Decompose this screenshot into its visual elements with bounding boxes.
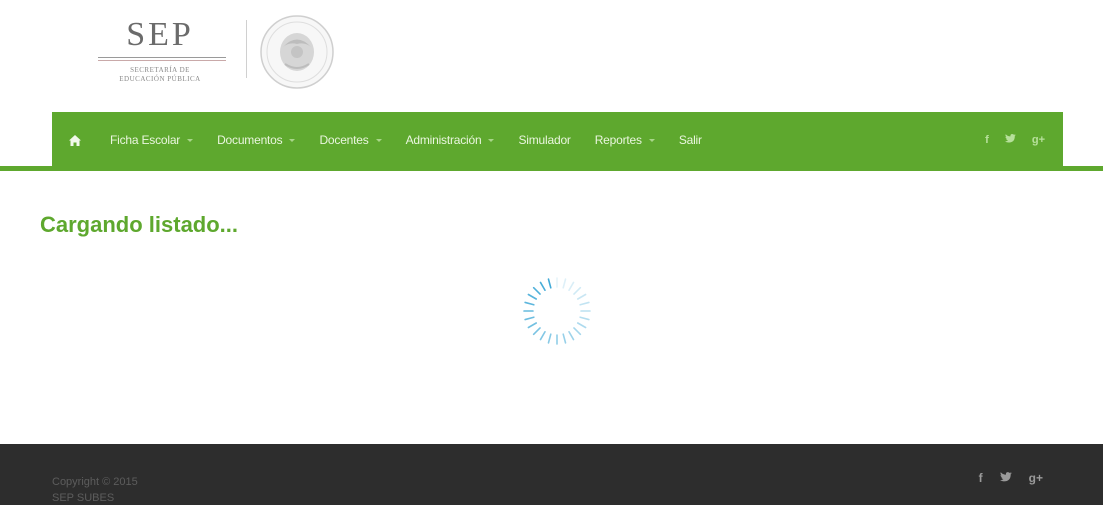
sep-logo-rule-red bbox=[98, 60, 226, 61]
footer-social-links: f g+ bbox=[979, 471, 1043, 485]
nav-social-links: f g+ bbox=[985, 112, 1045, 168]
spinner-tick bbox=[547, 333, 552, 344]
nav-item-simulador[interactable]: Simulador bbox=[506, 112, 582, 168]
spinner-tick bbox=[573, 327, 582, 336]
nav-item-label: Simulador bbox=[518, 133, 571, 147]
home-icon bbox=[69, 134, 81, 146]
sep-logo-subtitle: SECRETARÍA DE EDUCACIÓN PÚBLICA bbox=[90, 66, 230, 84]
spinner-tick bbox=[568, 281, 575, 292]
facebook-icon[interactable]: f bbox=[985, 134, 989, 146]
spinner-tick bbox=[527, 322, 538, 329]
nav-item-documentos[interactable]: Documentos bbox=[205, 112, 307, 168]
nav-item-label: Reportes bbox=[594, 133, 642, 147]
chevron-down-icon bbox=[187, 138, 194, 142]
copyright-line1: Copyright © 2015 bbox=[52, 476, 138, 488]
page: SEP SECRETARÍA DE EDUCACIÓN PÚBLICA Fich bbox=[0, 0, 1103, 505]
nav-item-reportes[interactable]: Reportes bbox=[583, 112, 667, 168]
header: SEP SECRETARÍA DE EDUCACIÓN PÚBLICA bbox=[0, 0, 1103, 110]
googleplus-icon[interactable]: g+ bbox=[1032, 134, 1045, 146]
copyright-line2: SEP SUBES bbox=[52, 492, 115, 504]
nav-item-administracion[interactable]: Administración bbox=[394, 112, 507, 168]
spinner-tick bbox=[539, 281, 546, 292]
nav-item-label: Ficha Escolar bbox=[110, 133, 181, 147]
spinner-tick bbox=[539, 330, 546, 341]
nav-item-label: Administración bbox=[405, 133, 482, 147]
chevron-down-icon bbox=[289, 138, 296, 142]
copyright: Copyright © 2015 SEP SUBES bbox=[52, 474, 138, 505]
nav-item-label: Documentos bbox=[217, 133, 283, 147]
facebook-icon[interactable]: f bbox=[979, 471, 983, 485]
logo-divider bbox=[246, 20, 247, 78]
spinner-tick bbox=[573, 286, 582, 295]
chevron-down-icon bbox=[488, 138, 495, 142]
spinner-tick bbox=[524, 316, 535, 321]
footer bbox=[0, 444, 1103, 505]
sep-logo-rule bbox=[98, 57, 226, 58]
nav-item-label: Docentes bbox=[319, 133, 369, 147]
spinner-tick bbox=[579, 316, 590, 321]
spinner-tick bbox=[547, 278, 552, 289]
chevron-down-icon bbox=[648, 138, 655, 142]
nav-item-docentes[interactable]: Docentes bbox=[307, 112, 393, 168]
sep-logo-subtitle-line1: SECRETARÍA DE bbox=[130, 66, 190, 74]
googleplus-icon[interactable]: g+ bbox=[1029, 471, 1043, 485]
spinner-tick bbox=[524, 301, 535, 306]
sep-logo-title: SEP bbox=[126, 16, 194, 53]
nav-home-link[interactable] bbox=[52, 112, 98, 168]
spinner-tick bbox=[532, 327, 541, 336]
sep-logo[interactable]: SEP SECRETARÍA DE EDUCACIÓN PÚBLICA bbox=[90, 16, 230, 96]
chevron-down-icon bbox=[375, 138, 382, 142]
twitter-icon[interactable] bbox=[1004, 134, 1016, 146]
loading-title: Cargando listado... bbox=[40, 212, 239, 237]
loading-spinner-icon bbox=[523, 277, 591, 345]
main-nav: Ficha Escolar Documentos Docentes Admini… bbox=[52, 112, 1063, 168]
spinner-tick bbox=[579, 301, 590, 306]
nav-item-label: Salir bbox=[678, 133, 702, 147]
spinner-tick bbox=[576, 293, 587, 300]
nav-item-salir[interactable]: Salir bbox=[667, 112, 714, 168]
twitter-icon[interactable] bbox=[999, 471, 1012, 485]
spinner-tick bbox=[576, 322, 587, 329]
spinner-tick bbox=[532, 286, 541, 295]
sep-logo-subtitle-line2: EDUCACIÓN PÚBLICA bbox=[119, 75, 201, 83]
spinner-tick bbox=[562, 278, 567, 289]
nav-item-ficha-escolar[interactable]: Ficha Escolar bbox=[98, 112, 205, 168]
spinner-tick bbox=[527, 293, 538, 300]
spinner-tick bbox=[568, 330, 575, 341]
mexico-seal-icon bbox=[260, 15, 334, 89]
spinner-tick bbox=[562, 333, 567, 344]
